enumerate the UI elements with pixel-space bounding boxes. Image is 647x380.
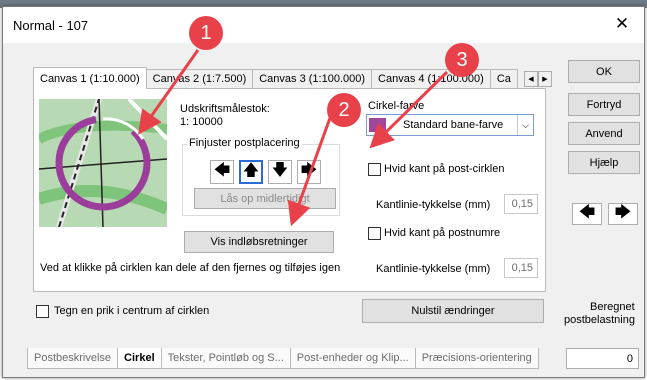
tab-canvas-2[interactable]: Canvas 2 (1:7.500) (146, 69, 254, 88)
tab-canvas-5[interactable]: Ca (490, 69, 518, 88)
white-edge-circle-checkbox[interactable] (368, 163, 381, 176)
unlock-temporarily-button[interactable]: Lås op midlertidigt (194, 188, 336, 209)
ok-button[interactable]: OK (568, 60, 640, 83)
arrow-left-icon: 🡄 (579, 201, 596, 228)
circle-color-value: Standard bane-farve (403, 119, 503, 131)
print-scale-label: Udskriftsmålestok: (180, 103, 270, 115)
help-button[interactable]: Hjælp (568, 151, 640, 174)
apply-button[interactable]: Anvend (568, 122, 640, 145)
white-edge-numbers-label: Hvid kant på postnumre (384, 227, 500, 239)
undo-button[interactable]: Fortryd (568, 93, 640, 116)
show-directions-button[interactable]: Vis indløbsretninger (184, 231, 334, 253)
line-thickness-2-label: Kantlinie-tykkelse (mm) (376, 263, 490, 275)
close-icon: ✕ (615, 14, 629, 34)
chevron-down-icon[interactable]: ⌵ (517, 115, 533, 135)
tab-scroll-buttons: ◀ ▶ (524, 71, 552, 87)
tab-texts[interactable]: Tekster, Pointløb og S... (161, 348, 291, 369)
computed-load-label-1: Beregnet (590, 301, 635, 313)
tab-precision-orienteering[interactable]: Præcisions-orientering (415, 348, 539, 369)
reset-changes-button[interactable]: Nulstil ændringer (362, 299, 544, 323)
arrow-right-icon: 🡆 (301, 159, 318, 186)
color-swatch (369, 118, 386, 132)
arrow-right-icon: 🡆 (615, 201, 632, 228)
tab-control-units[interactable]: Post-enheder og Klip... (290, 348, 416, 369)
control-map-preview[interactable] (39, 99, 167, 227)
move-left-button[interactable]: 🡄 (210, 160, 234, 184)
white-edge-numbers-checkbox[interactable] (368, 227, 381, 240)
next-control-button[interactable]: 🡆 (608, 203, 638, 225)
tab-control-description[interactable]: Postbeskrivelse (27, 348, 118, 369)
tab-canvas-1[interactable]: Canvas 1 (1:10.000) (33, 67, 147, 89)
circle-color-dropdown[interactable]: Standard bane-farve ⌵ (366, 114, 534, 136)
annotation-badge-3: 3 (445, 43, 479, 77)
canvas-panel: Udskriftsmålestok: 1: 10000 Finjuster po… (33, 88, 546, 292)
tab-circle[interactable]: Cirkel (117, 348, 162, 369)
tab-scroll-left-button[interactable]: ◀ (524, 71, 538, 87)
window-title: Normal - 107 (13, 18, 88, 33)
circle-hint-text: Ved at klikke på cirklen kan dele af den… (40, 262, 340, 274)
move-down-button[interactable]: 🡇 (268, 160, 292, 184)
tab-canvas-3[interactable]: Canvas 3 (1:100.000) (252, 69, 372, 88)
previous-control-button[interactable]: 🡄 (572, 203, 602, 225)
move-up-button[interactable]: 🡅 (239, 160, 263, 184)
bottom-tabs: Postbeskrivelse Cirkel Tekster, Pointløb… (27, 348, 538, 370)
center-dot-checkbox[interactable] (36, 305, 49, 318)
tab-scroll-right-button[interactable]: ▶ (538, 71, 552, 87)
move-right-button[interactable]: 🡆 (297, 160, 321, 184)
arrow-left-icon: 🡄 (214, 159, 231, 186)
arrow-up-icon: 🡅 (243, 159, 259, 186)
close-button[interactable]: ✕ (600, 7, 644, 41)
center-dot-label: Tegn en prik i centrum af cirklen (54, 305, 209, 317)
print-scale-value: 1: 10000 (180, 116, 223, 128)
annotation-badge-1: 1 (189, 16, 223, 50)
canvas-tabs: Canvas 1 (1:10.000) Canvas 2 (1:7.500) C… (33, 69, 517, 89)
line-thickness-2-input[interactable]: 0,15 (504, 258, 538, 278)
finetune-label: Finjuster postplacering (187, 137, 302, 149)
title-bar: Normal - 107 ✕ (3, 7, 644, 43)
computed-load-label-2: postbelastning (564, 314, 635, 326)
line-thickness-1-label: Kantlinie-tykkelse (mm) (376, 199, 490, 211)
white-edge-circle-label: Hvid kant på post-cirklen (384, 163, 504, 175)
arrow-down-icon: 🡇 (272, 159, 288, 186)
computed-load-value: 0 (566, 348, 639, 369)
line-thickness-1-input[interactable]: 0,15 (504, 194, 538, 214)
annotation-badge-2: 2 (327, 93, 361, 127)
control-edit-dialog: Normal - 107 ✕ Canvas 1 (1:10.000) Canva… (2, 6, 645, 378)
circle-color-label: Cirkel-farve (368, 100, 424, 112)
